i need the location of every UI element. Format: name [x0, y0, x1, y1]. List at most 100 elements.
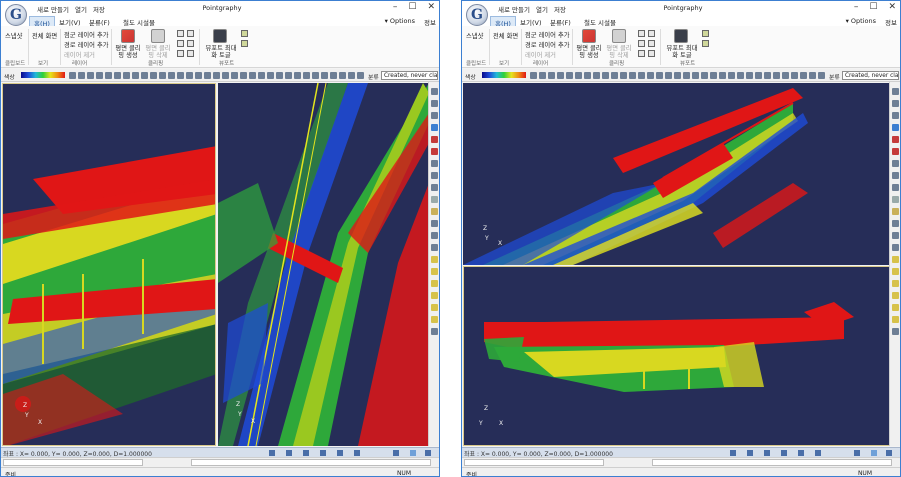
tool-icon[interactable]: [132, 72, 139, 79]
plane-clip-create-button[interactable]: 평면 클리핑 생성: [575, 45, 603, 59]
view-icon[interactable]: [892, 172, 899, 179]
view-icon[interactable]: [892, 160, 899, 167]
tool-icon[interactable]: [593, 72, 600, 79]
minimize-icon[interactable]: –: [393, 2, 398, 12]
tool-icon[interactable]: [78, 72, 85, 79]
clip-tool-icon[interactable]: [187, 30, 194, 37]
qat-new[interactable]: 새로 만들기: [37, 4, 69, 14]
tool-icon[interactable]: [96, 72, 103, 79]
cube-view-icon[interactable]: [892, 304, 899, 311]
tool-icon[interactable]: [719, 72, 726, 79]
add-point-layer-button[interactable]: 점군 레이어 추가: [525, 30, 570, 39]
view-icon[interactable]: [892, 208, 899, 215]
tool-icon[interactable]: [159, 72, 166, 79]
status-icon[interactable]: [354, 450, 360, 456]
add-point-layer-button[interactable]: 점군 레이어 추가: [64, 30, 109, 39]
tab-rail-facility[interactable]: 철도 시설물: [580, 16, 620, 27]
tool-icon[interactable]: [168, 72, 175, 79]
view-icon[interactable]: [892, 184, 899, 191]
app-logo-icon[interactable]: G: [5, 4, 27, 26]
view-icon[interactable]: [431, 244, 438, 251]
status-icon[interactable]: [815, 450, 821, 456]
clip-tool-icon[interactable]: [638, 30, 645, 37]
cube-view-icon[interactable]: [431, 292, 438, 299]
view-icon[interactable]: [431, 196, 438, 203]
tool-icon[interactable]: [575, 72, 582, 79]
qat-open[interactable]: 열기: [536, 4, 548, 14]
status-icon[interactable]: [410, 450, 416, 456]
tool-icon[interactable]: [330, 72, 337, 79]
plane-clip-create-button[interactable]: 평면 클리핑 생성: [114, 45, 142, 59]
pan-icon[interactable]: [431, 136, 438, 143]
tool-icon[interactable]: [548, 72, 555, 79]
tool-icon[interactable]: [764, 72, 771, 79]
zoom-in-icon[interactable]: [892, 88, 899, 95]
cube-view-icon[interactable]: [431, 316, 438, 323]
minimize-icon[interactable]: –: [854, 2, 859, 12]
remove-layer-button[interactable]: 레이어 제거: [64, 50, 95, 59]
layout-icon[interactable]: [241, 40, 248, 47]
status-icon[interactable]: [764, 450, 770, 456]
tool-icon[interactable]: [674, 72, 681, 79]
status-icon[interactable]: [781, 450, 787, 456]
clip-tool-icon[interactable]: [187, 50, 194, 57]
tool-icon[interactable]: [141, 72, 148, 79]
tab-classify[interactable]: 분류(F): [85, 16, 114, 27]
zoom-out-icon[interactable]: [431, 100, 438, 107]
tool-icon[interactable]: [186, 72, 193, 79]
close-icon[interactable]: ✕: [888, 2, 896, 12]
tool-icon[interactable]: [285, 72, 292, 79]
tool-icon[interactable]: [539, 72, 546, 79]
view-icon[interactable]: [892, 196, 899, 203]
layout-icon[interactable]: [702, 30, 709, 37]
tool-icon[interactable]: [791, 72, 798, 79]
add-path-layer-button[interactable]: 경로 레이어 추가: [525, 40, 570, 49]
fullscreen-button[interactable]: 전체 화면: [493, 31, 518, 40]
orbit-icon[interactable]: [431, 148, 438, 155]
orbit-icon[interactable]: [892, 148, 899, 155]
tool-icon[interactable]: [818, 72, 825, 79]
tab-rail-facility[interactable]: 철도 시설물: [119, 16, 159, 27]
tool-icon[interactable]: [150, 72, 157, 79]
classify-dropdown[interactable]: Created, never clas: [842, 71, 899, 80]
tool-icon[interactable]: [105, 72, 112, 79]
tool-icon[interactable]: [602, 72, 609, 79]
tab-home[interactable]: 홈(H): [29, 16, 55, 28]
tool-icon[interactable]: [240, 72, 247, 79]
color-ramp-selector[interactable]: [21, 72, 65, 78]
zoom-fit-icon[interactable]: [892, 112, 899, 119]
clip-tool-icon[interactable]: [177, 50, 184, 57]
pan-icon[interactable]: [892, 136, 899, 143]
tool-icon[interactable]: [557, 72, 564, 79]
clip-tool-icon[interactable]: [638, 40, 645, 47]
tool-icon[interactable]: [656, 72, 663, 79]
add-path-layer-button[interactable]: 경로 레이어 추가: [64, 40, 109, 49]
qat-new[interactable]: 새로 만들기: [498, 4, 530, 14]
clip-tool-icon[interactable]: [648, 50, 655, 57]
view-icon[interactable]: [431, 172, 438, 179]
tool-icon[interactable]: [773, 72, 780, 79]
cube-view-icon[interactable]: [892, 316, 899, 323]
status-icon[interactable]: [269, 450, 275, 456]
tool-icon[interactable]: [800, 72, 807, 79]
plane-clip-delete-button[interactable]: 평면 클리핑 삭제: [605, 45, 633, 59]
layout-icon[interactable]: [702, 40, 709, 47]
tool-icon[interactable]: [629, 72, 636, 79]
layout-icon[interactable]: [241, 30, 248, 37]
view-icon[interactable]: [431, 184, 438, 191]
cube-view-icon[interactable]: [892, 268, 899, 275]
tool-icon[interactable]: [249, 72, 256, 79]
tool-icon[interactable]: [258, 72, 265, 79]
view-icon[interactable]: [431, 160, 438, 167]
view-icon[interactable]: [892, 220, 899, 227]
tool-icon[interactable]: [584, 72, 591, 79]
cube-view-icon[interactable]: [892, 280, 899, 287]
clip-tool-icon[interactable]: [648, 30, 655, 37]
tab-home[interactable]: 홈(H): [490, 16, 516, 28]
tool-icon[interactable]: [647, 72, 654, 79]
tool-icon[interactable]: [755, 72, 762, 79]
tool-icon[interactable]: [222, 72, 229, 79]
viewport-maximize-button[interactable]: 뷰포트 최대화 토글: [665, 45, 699, 59]
tool-icon[interactable]: [339, 72, 346, 79]
viewport-maximize-button[interactable]: 뷰포트 최대화 토글: [204, 45, 238, 59]
